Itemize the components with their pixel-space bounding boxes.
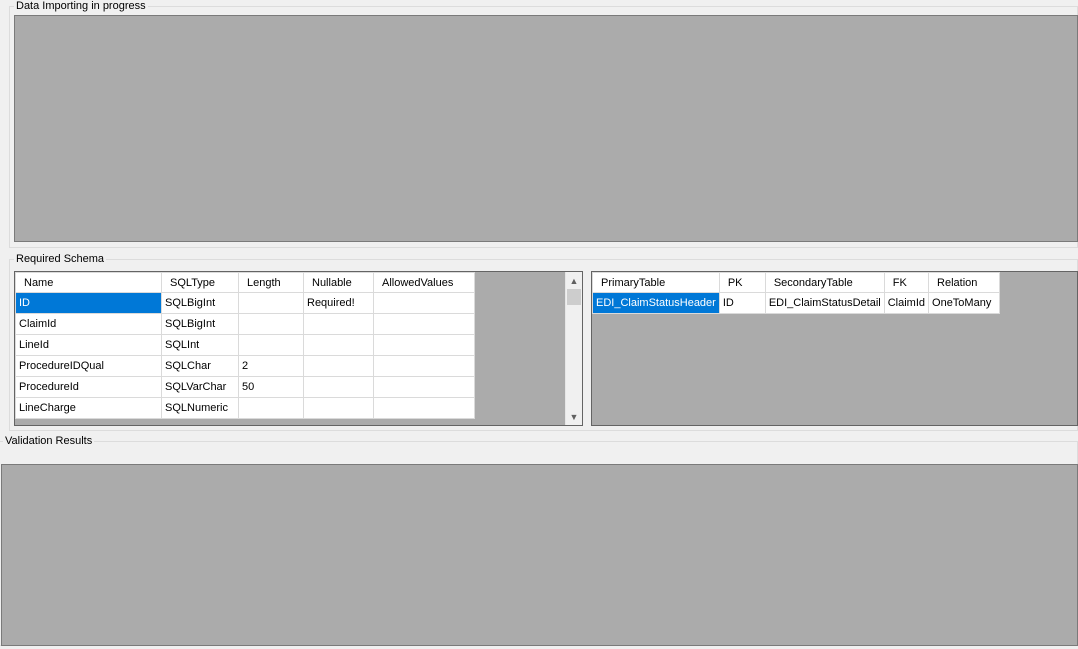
cell[interactable]: ProcedureId (15, 376, 162, 398)
col-header-pk[interactable]: PK (718, 272, 766, 293)
cell[interactable] (303, 376, 374, 398)
cell[interactable]: OneToMany (928, 292, 1001, 314)
cell[interactable] (238, 313, 304, 335)
chevron-down-icon[interactable]: ▼ (566, 408, 582, 425)
cell[interactable] (303, 334, 374, 356)
cell[interactable]: SQLVarChar (161, 376, 239, 398)
cell[interactable] (373, 292, 475, 314)
table-row[interactable]: LineCharge SQLNumeric (15, 397, 475, 419)
col-header-name[interactable]: Name (15, 272, 162, 293)
cell[interactable]: ID (718, 292, 766, 314)
cell[interactable] (373, 313, 475, 335)
schema-scrollbar[interactable]: ▲ ▼ (565, 272, 582, 425)
col-header-secondarytable[interactable]: SecondaryTable (764, 272, 885, 293)
cell[interactable]: SQLBigInt (161, 292, 239, 314)
schema-title: Required Schema (14, 252, 107, 266)
table-row[interactable]: LineId SQLInt (15, 334, 475, 356)
validation-title: Validation Results (3, 434, 95, 448)
table-row[interactable]: ClaimId SQLBigInt (15, 313, 475, 335)
cell[interactable]: EDI_ClaimStatusHeader (592, 292, 720, 314)
cell[interactable] (303, 397, 374, 419)
col-header-length[interactable]: Length (238, 272, 304, 293)
col-header-nullable[interactable]: Nullable (303, 272, 374, 293)
cell[interactable] (373, 376, 475, 398)
cell[interactable]: ProcedureIDQual (15, 355, 162, 377)
cell[interactable]: LineCharge (15, 397, 162, 419)
cell[interactable]: LineId (15, 334, 162, 356)
cell[interactable] (238, 397, 304, 419)
col-header-sqltype[interactable]: SQLType (161, 272, 239, 293)
cell[interactable]: 50 (238, 376, 304, 398)
table-row[interactable]: ProcedureId SQLVarChar 50 (15, 376, 475, 398)
cell[interactable]: EDI_ClaimStatusDetail (764, 292, 885, 314)
cell[interactable]: Required! (303, 292, 374, 314)
cell[interactable] (303, 313, 374, 335)
cell[interactable]: ID (15, 292, 162, 314)
schema-grid[interactable]: Name SQLType Length Nullable AllowedValu… (14, 271, 583, 426)
cell[interactable] (303, 355, 374, 377)
cell[interactable]: SQLNumeric (161, 397, 239, 419)
col-header-fk[interactable]: FK (883, 272, 930, 293)
chevron-up-icon[interactable]: ▲ (566, 272, 582, 289)
table-row[interactable]: EDI_ClaimStatusHeader ID EDI_ClaimStatus… (592, 292, 1001, 314)
cell[interactable]: 2 (238, 355, 304, 377)
relations-grid[interactable]: PrimaryTable PK SecondaryTable FK Relati… (591, 271, 1078, 426)
col-header-primarytable[interactable]: PrimaryTable (592, 272, 720, 293)
cell[interactable]: SQLInt (161, 334, 239, 356)
cell[interactable] (238, 292, 304, 314)
cell[interactable]: ClaimId (883, 292, 930, 314)
cell[interactable] (373, 334, 475, 356)
cell[interactable]: SQLChar (161, 355, 239, 377)
scroll-thumb[interactable] (567, 289, 581, 305)
importing-title: Data Importing in progress (14, 0, 148, 13)
importing-panel (14, 15, 1078, 242)
cell[interactable] (373, 355, 475, 377)
cell[interactable]: SQLBigInt (161, 313, 239, 335)
table-row[interactable]: ProcedureIDQual SQLChar 2 (15, 355, 475, 377)
table-row[interactable]: ID SQLBigInt Required! (15, 292, 475, 314)
cell[interactable]: ClaimId (15, 313, 162, 335)
cell[interactable] (373, 397, 475, 419)
validation-panel (1, 464, 1078, 646)
cell[interactable] (238, 334, 304, 356)
col-header-relation[interactable]: Relation (928, 272, 1001, 293)
col-header-allowedvalues[interactable]: AllowedValues (373, 272, 475, 293)
